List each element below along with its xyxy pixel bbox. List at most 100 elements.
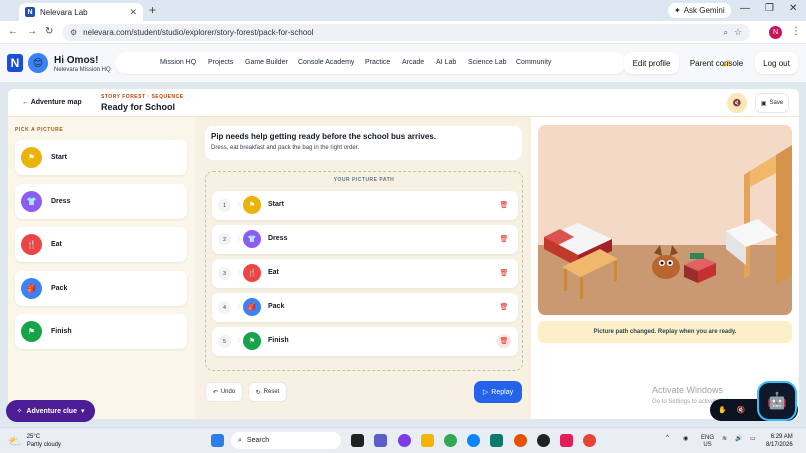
window-close-icon[interactable]: ✕: [789, 3, 797, 14]
taskbar-search[interactable]: ⌕ Search: [231, 432, 341, 449]
flag-icon: ⚑: [21, 147, 42, 168]
forward-arrow-icon[interactable]: →: [27, 26, 37, 37]
adventure-clue-button[interactable]: ✧ Adventure clue ▾: [6, 400, 95, 422]
picture-card-start[interactable]: ⚑ Start: [15, 140, 187, 175]
trash-icon[interactable]: 🗑: [497, 266, 511, 280]
step-label: Start: [268, 201, 284, 208]
taskbar-search-label: Search: [246, 437, 270, 444]
close-icon[interactable]: ✕: [129, 7, 137, 18]
slack-icon[interactable]: [560, 434, 573, 447]
robot-assistant-avatar[interactable]: 🤖: [757, 381, 797, 421]
browser-tab-strip: N Nelevara Lab ✕ + ✦ Ask Gemini — ❐ ✕: [0, 0, 806, 21]
reload-icon[interactable]: ↻: [45, 26, 53, 37]
trash-icon[interactable]: 🗑: [497, 198, 511, 212]
picture-path-dropzone[interactable]: YOUR PICTURE PATH 1 ⋮ ⚑ Start 🗑 2 ⋮ 👕 Dr…: [205, 171, 523, 371]
language-indicator[interactable]: ENG US: [701, 435, 714, 449]
app-icon[interactable]: [514, 434, 527, 447]
nav-community[interactable]: Community: [516, 59, 551, 66]
trash-icon[interactable]: 🗑: [497, 334, 511, 348]
hand-icon[interactable]: ✋: [718, 406, 727, 414]
save-button[interactable]: ▣ Save: [755, 93, 789, 113]
clock-time: 6:29 AM: [770, 434, 793, 440]
back-arrow-icon[interactable]: ←: [8, 26, 18, 37]
windows-start-icon[interactable]: [211, 434, 224, 447]
sound-toggle-button[interactable]: 🔇: [727, 93, 747, 113]
taskbar-clock[interactable]: 6:29 AM 8/17/2026: [766, 433, 793, 449]
edge-icon[interactable]: [467, 434, 480, 447]
activity-panel: ← Adventure map STORY FOREST · SEQUENCE …: [8, 89, 799, 419]
path-step[interactable]: 3 ⋮ 🍴 Eat 🗑: [212, 259, 518, 288]
trash-icon[interactable]: 🗑: [497, 300, 511, 314]
nav-ai-lab[interactable]: AI Lab: [436, 59, 456, 66]
nav-game-builder[interactable]: Game Builder: [245, 59, 288, 66]
undo-button[interactable]: ↶ Undo: [205, 382, 243, 402]
greeting-subtitle: Nelevara Mission HQ: [54, 67, 111, 73]
log-out-button[interactable]: Log out: [755, 52, 798, 74]
new-tab-icon[interactable]: +: [149, 3, 156, 17]
browser-tab[interactable]: N Nelevara Lab ✕: [19, 3, 143, 21]
address-bar[interactable]: ⚙ nelevara.com/student/studio/explorer/s…: [62, 24, 750, 41]
drag-handle-icon[interactable]: ⋮: [236, 337, 242, 344]
chatgpt-icon[interactable]: [537, 434, 550, 447]
nav-projects[interactable]: Projects: [208, 59, 233, 66]
picture-card-finish[interactable]: ⚑ Finish: [15, 314, 187, 349]
drag-handle-icon[interactable]: ⋮: [236, 201, 242, 208]
picture-label: Dress: [51, 198, 71, 205]
path-step[interactable]: 1 ⋮ ⚑ Start 🗑: [212, 191, 518, 220]
speaker-muted-icon[interactable]: 🔇: [737, 406, 746, 414]
zoom-icon[interactable]: ⌕: [723, 28, 727, 38]
restore-icon[interactable]: ❐: [765, 3, 774, 14]
battery-icon[interactable]: ▭: [750, 435, 756, 442]
nav-arcade[interactable]: Arcade: [402, 59, 424, 66]
replay-label: Replay: [491, 388, 514, 396]
trash-icon[interactable]: 🗑: [497, 232, 511, 246]
replay-button[interactable]: ▷ Replay: [474, 381, 522, 403]
chrome-icon[interactable]: [444, 434, 457, 447]
search-icon: ⌕: [238, 436, 242, 444]
weather-widget[interactable]: ⛅ 25°C Partly cloudy: [8, 433, 61, 449]
minimize-icon[interactable]: —: [740, 3, 750, 14]
user-avatar[interactable]: 😊: [28, 53, 48, 73]
task-view-icon[interactable]: [351, 434, 364, 447]
path-heading: YOUR PICTURE PATH: [333, 177, 395, 183]
drag-handle-icon[interactable]: ⋮: [236, 303, 242, 310]
path-step[interactable]: 2 ⋮ 👕 Dress 🗑: [212, 225, 518, 254]
shirt-icon: 👕: [21, 191, 42, 212]
teams-icon[interactable]: [374, 434, 387, 447]
chrome-active-icon[interactable]: [583, 434, 596, 447]
app-logo[interactable]: N: [7, 54, 23, 72]
adventure-map-link[interactable]: ← Adventure map: [22, 99, 82, 106]
ask-gemini-label: Ask Gemini: [683, 6, 725, 15]
edit-profile-button[interactable]: Edit profile: [624, 52, 679, 74]
path-step[interactable]: 5 ⋮ ⚑ Finish 🗑: [212, 327, 518, 356]
volume-icon[interactable]: 🔊: [735, 435, 742, 442]
picture-card-dress[interactable]: 👕 Dress: [15, 184, 187, 219]
nav-science-lab[interactable]: Science Lab: [468, 59, 507, 66]
bookmark-star-icon[interactable]: ☆: [734, 27, 742, 38]
main-nav: Mission HQ Projects Game Builder Console…: [115, 52, 730, 74]
picture-card-pack[interactable]: 🎒 Pack: [15, 271, 187, 306]
picture-card-eat[interactable]: 🍴 Eat: [15, 227, 187, 262]
profile-avatar[interactable]: N: [769, 26, 782, 39]
nav-mission-hq[interactable]: Mission HQ: [160, 59, 196, 66]
save-label: Save: [769, 100, 784, 106]
ask-gemini-button[interactable]: ✦ Ask Gemini: [668, 3, 731, 18]
drag-handle-icon[interactable]: ⋮: [236, 235, 242, 242]
nav-practice[interactable]: Practice: [365, 59, 390, 66]
network-icon[interactable]: ◉: [683, 435, 688, 442]
menu-dots-icon[interactable]: ⋮: [791, 26, 801, 37]
adventure-map-label: Adventure map: [30, 99, 82, 106]
nav-console-academy[interactable]: Console Academy: [298, 59, 354, 66]
play-icon: ▷: [482, 389, 489, 396]
copilot-icon[interactable]: [398, 434, 411, 447]
file-explorer-icon[interactable]: [421, 434, 434, 447]
drag-handle-icon[interactable]: ⋮: [236, 269, 242, 276]
store-icon[interactable]: [490, 434, 503, 447]
site-info-icon[interactable]: ⚙: [70, 28, 77, 37]
step-number: 2: [218, 233, 231, 246]
chevron-up-icon[interactable]: ^: [666, 435, 669, 441]
parent-console-button[interactable]: Parent console: [683, 52, 750, 74]
path-step[interactable]: 4 ⋮ 🎒 Pack 🗑: [212, 293, 518, 322]
wifi-icon[interactable]: ≋: [722, 435, 727, 442]
reset-button[interactable]: ↻ Reset: [248, 382, 287, 402]
